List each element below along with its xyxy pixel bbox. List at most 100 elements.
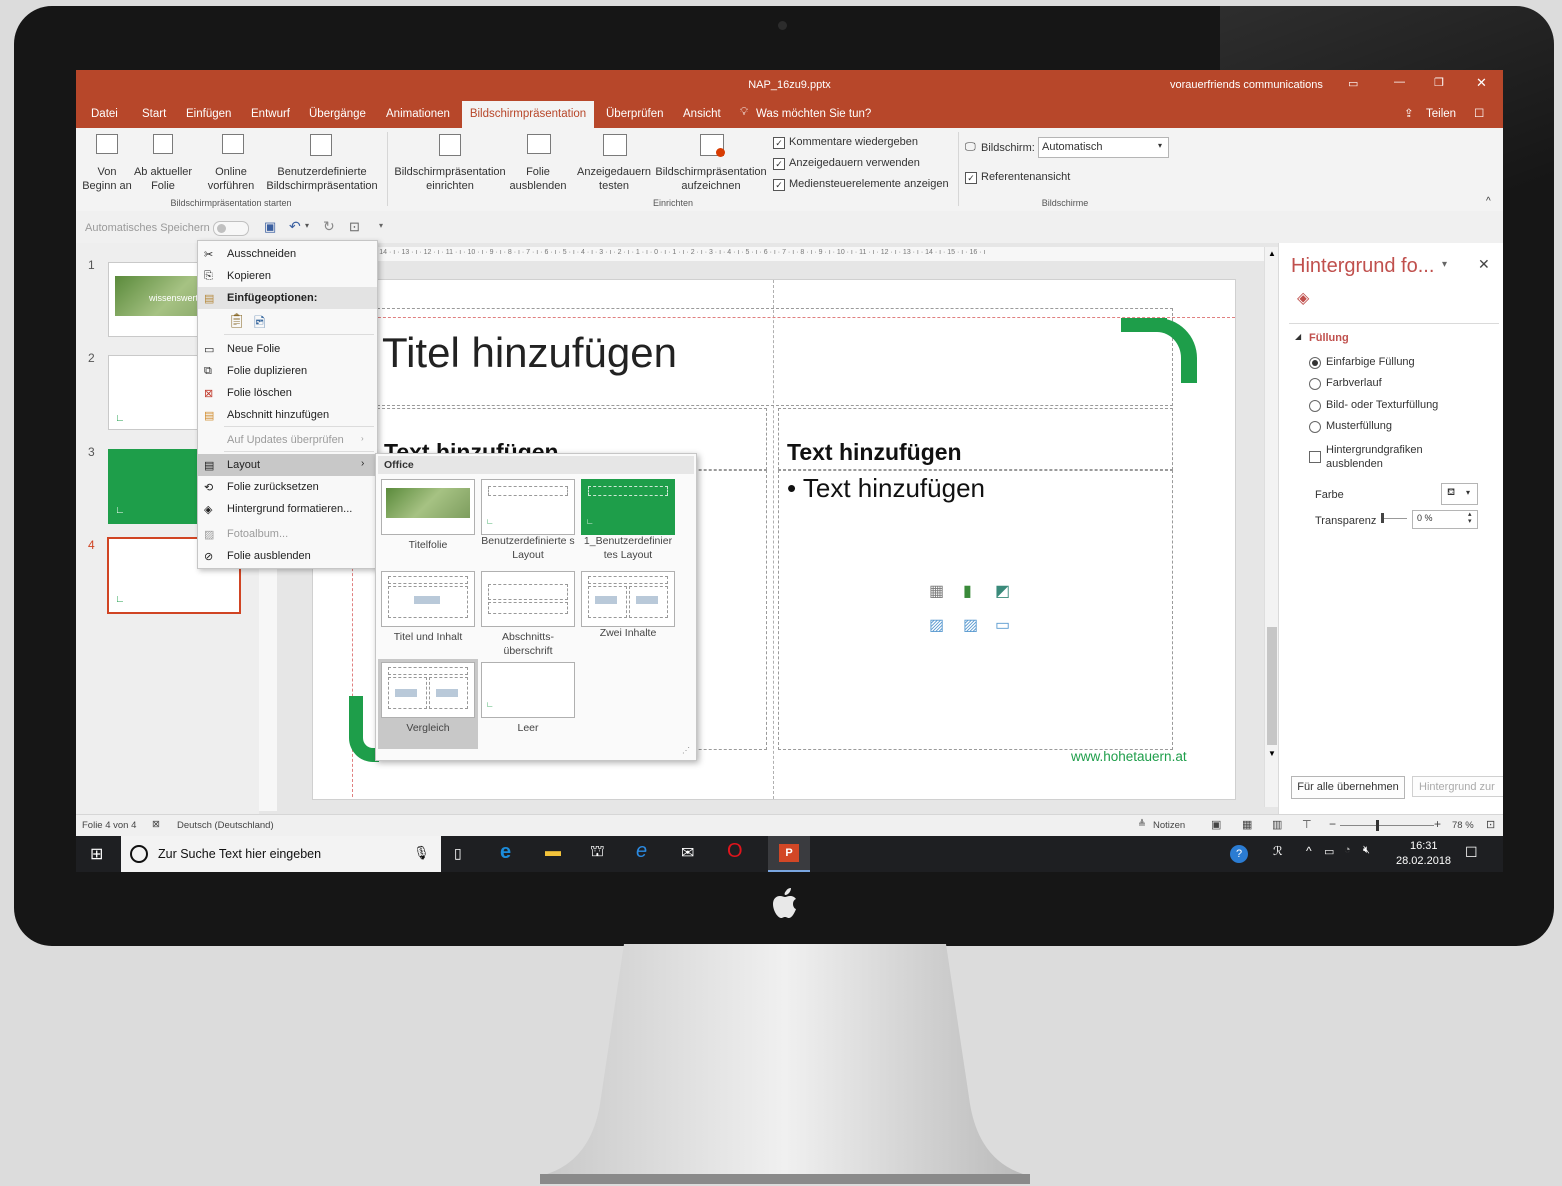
von-beginn-an-button[interactable]: Von Beginn an [80, 130, 134, 192]
transparenz-input[interactable]: 0 % ▴ ▾ [1412, 510, 1478, 529]
menu-item-neue-folie[interactable]: ▭ Neue Folie [198, 338, 377, 360]
store-icon[interactable]: ⛫ [590, 842, 605, 862]
slideshow-view-icon[interactable]: ⊤ [1302, 818, 1312, 831]
microphone-icon[interactable]: 🎙︎ [413, 845, 430, 861]
anzeigedauern-testen-button[interactable]: Anzeigedauern testen [574, 130, 654, 192]
mail-icon[interactable]: ✉ [681, 843, 694, 863]
maximize-icon[interactable]: ❐ [1434, 76, 1444, 89]
tab-einfuegen[interactable]: Einfügen [186, 108, 231, 120]
paste-picture-icon[interactable]: 🖻︎ [254, 312, 270, 330]
paste-keep-format-icon[interactable]: 📋︎ [228, 312, 246, 330]
edge-icon[interactable]: e [500, 841, 511, 864]
comments-icon[interactable]: ☐ [1474, 106, 1484, 120]
menu-item-folie-ausblenden[interactable]: ⊘ Folie ausblenden [198, 545, 377, 567]
menu-item-folie-duplizieren[interactable]: ⧉ Folie duplizieren [198, 360, 377, 382]
tab-entwurf[interactable]: Entwurf [251, 108, 290, 120]
tab-uebergaenge[interactable]: Übergänge [309, 108, 366, 120]
vertical-scrollbar[interactable]: ▲ ▼ [1264, 247, 1279, 807]
zoom-level[interactable]: 78 % [1452, 820, 1474, 831]
zoom-slider-track[interactable] [1340, 825, 1434, 826]
tab-ueberpruefen[interactable]: Überprüfen [606, 108, 664, 120]
menu-item-kopieren[interactable]: ⎘ Kopieren [198, 265, 377, 287]
notifications-icon[interactable]: ☐ [1465, 844, 1478, 861]
praesentation-aufzeichnen-button[interactable]: Bildschirmpräsentation aufzeichnen [652, 130, 770, 192]
customize-qat-icon[interactable]: ▾ [379, 221, 383, 230]
right-content-placeholder[interactable]: • Text hinzufügen ▦ ▮ ◩ ▨ ▨ ▭ [778, 470, 1173, 750]
spelling-icon[interactable]: ⊠ [152, 819, 160, 830]
zoom-out-icon[interactable]: − [1329, 817, 1336, 831]
tray-chevron-icon[interactable]: ^ [1306, 844, 1312, 858]
layout-benutzerdefiniert[interactable]: ∟ Benutzerdefinierte s Layout [478, 476, 578, 566]
online-picture-icon[interactable]: ▨ [963, 615, 978, 635]
pane-options-icon[interactable]: ▾ [1442, 259, 1447, 270]
menu-item-updates[interactable]: Auf Updates überprüfen › [198, 429, 377, 451]
menu-item-fotoalbum[interactable]: ▨ Fotoalbum... [198, 523, 377, 545]
tab-ansicht[interactable]: Ansicht [683, 108, 721, 120]
layout-abschnittsueberschrift[interactable]: Abschnitts- überschrift [478, 568, 578, 658]
layout-zwei-inhalte[interactable]: Zwei Inhalte [578, 568, 678, 658]
resize-grip-icon[interactable]: ⋰ [682, 746, 690, 755]
reset-background-button[interactable]: Hintergrund zur [1412, 776, 1503, 797]
tab-bildschirmpraesentation[interactable]: Bildschirmpräsentation [462, 101, 594, 128]
save-icon[interactable]: ▣ [264, 219, 276, 235]
share-button[interactable]: Teilen [1426, 108, 1456, 120]
tell-me-search[interactable]: Was möchten Sie tun? [756, 108, 871, 120]
task-view-icon[interactable]: ▯ [454, 845, 462, 862]
layout-titel-und-inhalt[interactable]: Titel und Inhalt [378, 568, 478, 658]
minimize-icon[interactable]: — [1394, 76, 1405, 88]
tab-datei[interactable]: Datei [91, 108, 118, 120]
present-icon[interactable]: ⊡ [349, 219, 360, 235]
transparenz-slider-thumb[interactable] [1381, 513, 1384, 523]
bildschirm-dropdown[interactable]: Automatisch ▾ [1038, 137, 1169, 158]
layout-titelfolie[interactable]: Titelfolie [378, 476, 478, 566]
tab-animationen[interactable]: Animationen [386, 108, 450, 120]
undo-dropdown-icon[interactable]: ▾ [305, 221, 309, 230]
opera-icon[interactable]: O [727, 840, 743, 863]
apply-all-button[interactable]: Für alle übernehmen [1291, 776, 1405, 799]
redo-icon[interactable]: ↻ [323, 218, 335, 235]
zoom-in-icon[interactable]: + [1434, 817, 1441, 831]
menu-item-folie-loeschen[interactable]: ⊠ Folie löschen [198, 382, 377, 404]
title-placeholder[interactable]: Titel hinzufügen [377, 308, 1173, 406]
layout-leer[interactable]: ∟ Leer [478, 659, 578, 749]
layout-vergleich[interactable]: Vergleich [378, 659, 478, 749]
layout-1-benutzerdefiniert[interactable]: ∟ 1_Benutzerdefinier tes Layout [578, 476, 678, 566]
close-icon[interactable]: ✕ [1476, 75, 1487, 91]
help-icon[interactable]: ? [1230, 845, 1248, 863]
account-name[interactable]: vorauerfriends communications [1170, 79, 1323, 91]
menu-item-hintergrund-formatieren[interactable]: ◈ Hintergrund formatieren... [198, 498, 377, 520]
scroll-thumb[interactable] [1267, 627, 1277, 745]
undo-icon[interactable]: ↶ [289, 218, 301, 235]
right-heading-placeholder[interactable]: Text hinzufügen [778, 408, 1173, 470]
video-icon[interactable]: ▭ [995, 615, 1010, 635]
spinner-icon[interactable]: ▴ ▾ [1468, 511, 1472, 525]
collapse-triangle-icon[interactable]: ◢ [1295, 332, 1301, 341]
praesentation-einrichten-button[interactable]: Bildschirmpräsentation einrichten [390, 130, 510, 192]
benutzerdefinierte-praesentation-button[interactable]: Benutzerdefinierte Bildschirmpräsentatio… [260, 130, 384, 192]
clock-time[interactable]: 16:31 [1410, 840, 1438, 852]
tab-start[interactable]: Start [142, 108, 166, 120]
pane-close-icon[interactable]: ✕ [1478, 256, 1490, 273]
menu-item-folie-zuruecksetzen[interactable]: ⟲ Folie zurücksetzen [198, 476, 377, 498]
reading-view-icon[interactable]: ▥ [1272, 818, 1282, 831]
ribbon-display-icon[interactable]: ▭ [1348, 77, 1358, 90]
taskbar-search-box[interactable]: Zur Suche Text hier eingeben 🎙︎ [121, 836, 441, 872]
chart-icon[interactable]: ▮ [963, 581, 972, 601]
people-icon[interactable]: ℛ [1273, 844, 1283, 858]
menu-item-ausschneiden[interactable]: ✂ Ausschneiden [198, 243, 377, 265]
share-icon[interactable]: ⇪ [1404, 106, 1414, 120]
zoom-slider-thumb[interactable] [1376, 820, 1379, 831]
notes-icon[interactable]: ≜ [1138, 819, 1146, 830]
fit-slide-icon[interactable]: ⊡ [1486, 818, 1495, 831]
picture-icon[interactable]: ▨ [929, 615, 944, 635]
language-status[interactable]: Deutsch (Deutschland) [177, 820, 274, 831]
farbe-picker[interactable]: ⛾ ▾ [1441, 483, 1478, 505]
file-explorer-icon[interactable]: ▬ [545, 843, 561, 861]
notes-button[interactable]: Notizen [1153, 820, 1185, 831]
collapse-ribbon-icon[interactable]: ^ [1486, 196, 1491, 207]
windows-start-icon[interactable]: ⊞ [90, 844, 103, 864]
clock-date[interactable]: 28.02.2018 [1396, 855, 1451, 867]
ab-aktueller-folie-button[interactable]: Ab aktueller Folie [132, 130, 194, 192]
wifi-icon[interactable]: ◔ [1344, 844, 1351, 856]
normal-view-icon[interactable]: ▣ [1211, 818, 1221, 831]
